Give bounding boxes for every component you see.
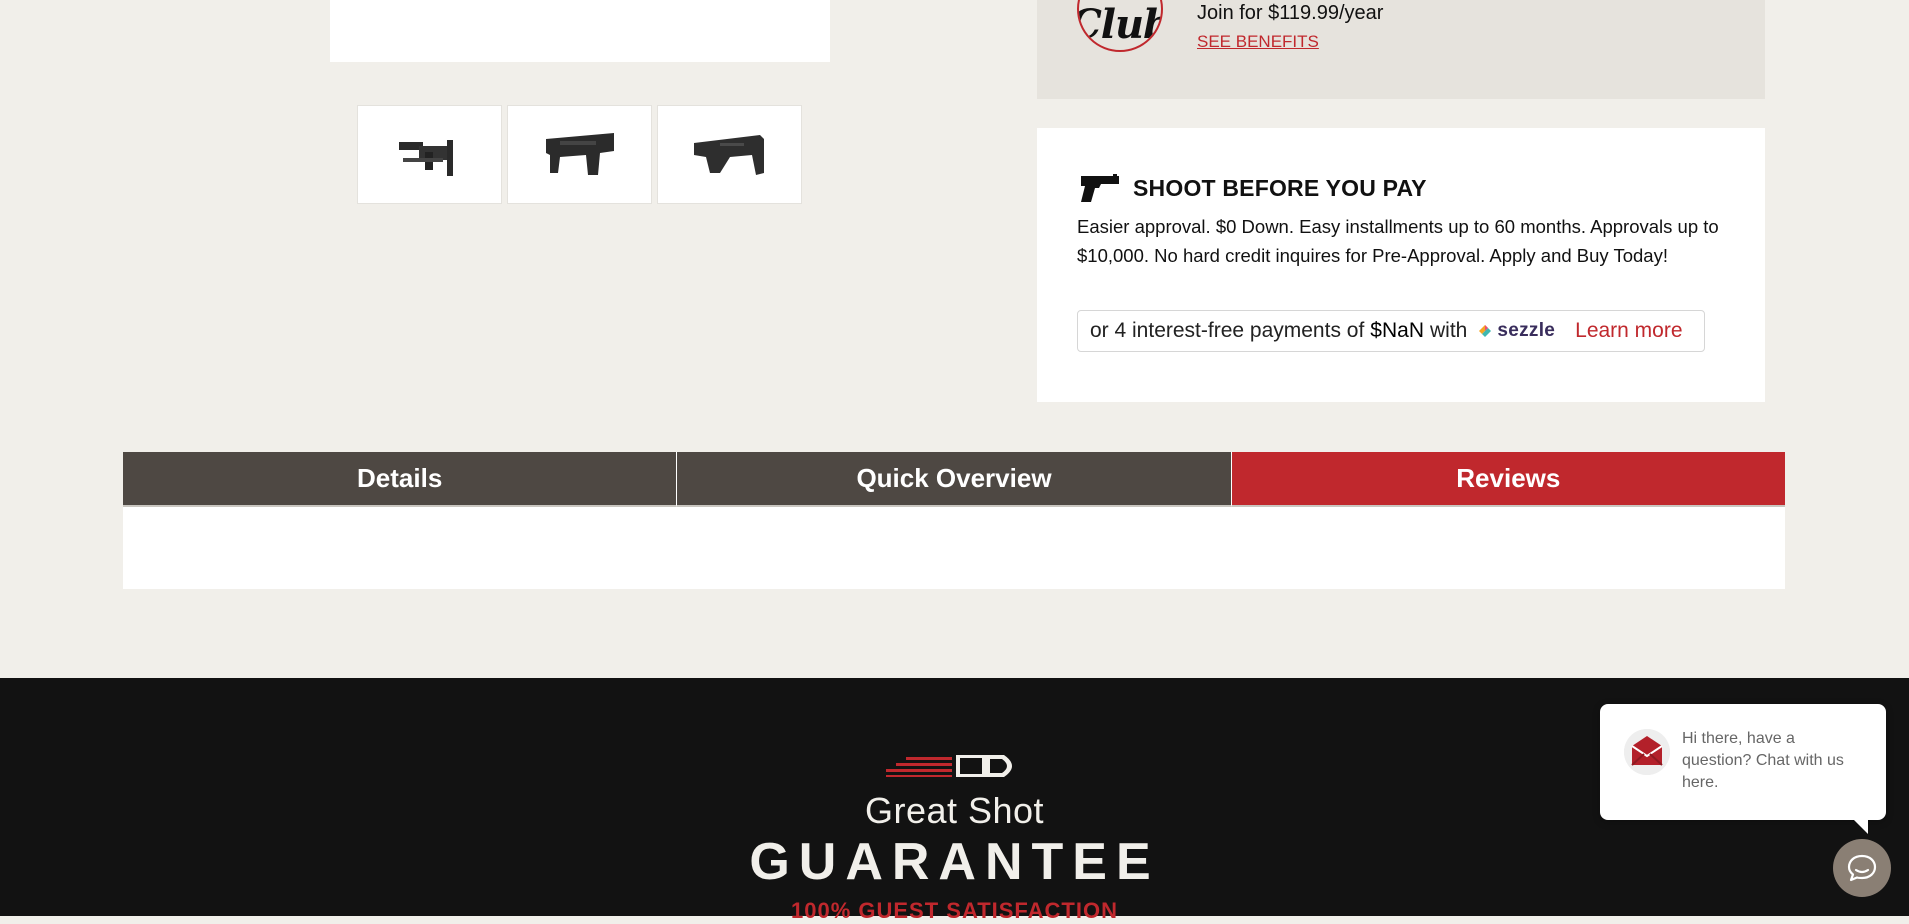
chat-message: Hi there, have a question? Chat with us … bbox=[1682, 730, 1844, 791]
club-price-text: Join for $119.99/year bbox=[1197, 2, 1384, 24]
product-thumbnail[interactable] bbox=[657, 105, 802, 204]
rifle-stock-image bbox=[693, 134, 764, 175]
sezzle-price: $NaN bbox=[1370, 319, 1424, 342]
club-logo: Club bbox=[1077, 0, 1163, 52]
club-membership-box: Club Join for $119.99/year SEE BENEFITS bbox=[1037, 0, 1765, 99]
envelope-icon bbox=[1624, 729, 1670, 775]
product-thumbnail[interactable] bbox=[507, 105, 652, 204]
chat-launcher-button[interactable] bbox=[1833, 839, 1891, 897]
bullet-icon bbox=[886, 755, 1012, 777]
chat-bubble[interactable]: Hi there, have a question? Chat with us … bbox=[1600, 704, 1886, 834]
tab-panel bbox=[123, 507, 1785, 589]
rifle-stock-image bbox=[545, 132, 614, 175]
product-tabs: Details Quick Overview Reviews bbox=[123, 452, 1785, 507]
tab-details[interactable]: Details bbox=[123, 452, 678, 507]
sbyp-title: SHOOT BEFORE YOU PAY bbox=[1133, 174, 1427, 201]
guarantee-heading: GUARANTEE bbox=[749, 833, 1160, 891]
sezzle-prefix: or 4 interest-free payments of bbox=[1090, 319, 1365, 342]
sezzle-icon bbox=[1479, 325, 1492, 337]
pistol-icon bbox=[1081, 174, 1119, 202]
shoot-before-you-pay-box: SHOOT BEFORE YOU PAY Easier approval. $0… bbox=[1037, 128, 1765, 402]
see-benefits-link[interactable]: SEE BENEFITS bbox=[1197, 32, 1319, 52]
product-thumbnail[interactable] bbox=[357, 105, 502, 204]
sezzle-logo: sezzle bbox=[1477, 320, 1555, 342]
sezzle-with: with bbox=[1430, 319, 1468, 342]
rifle-stock-image bbox=[398, 139, 453, 176]
chat-icon bbox=[1847, 854, 1877, 882]
thumbnail-strip bbox=[357, 105, 802, 204]
sbyp-description: Easier approval. $0 Down. Easy installme… bbox=[1077, 216, 1719, 266]
tab-quick-overview[interactable]: Quick Overview bbox=[677, 452, 1232, 507]
sezzle-learn-more-link[interactable]: Learn more bbox=[1575, 319, 1682, 343]
product-main-image bbox=[330, 0, 830, 62]
tab-reviews[interactable]: Reviews bbox=[1231, 452, 1785, 507]
guarantee-subheading: 100% GUEST SATISFACTION bbox=[791, 898, 1118, 923]
chat-avatar bbox=[1624, 729, 1670, 775]
sezzle-widget: or 4 interest-free payments of $NaN with… bbox=[1077, 310, 1705, 352]
